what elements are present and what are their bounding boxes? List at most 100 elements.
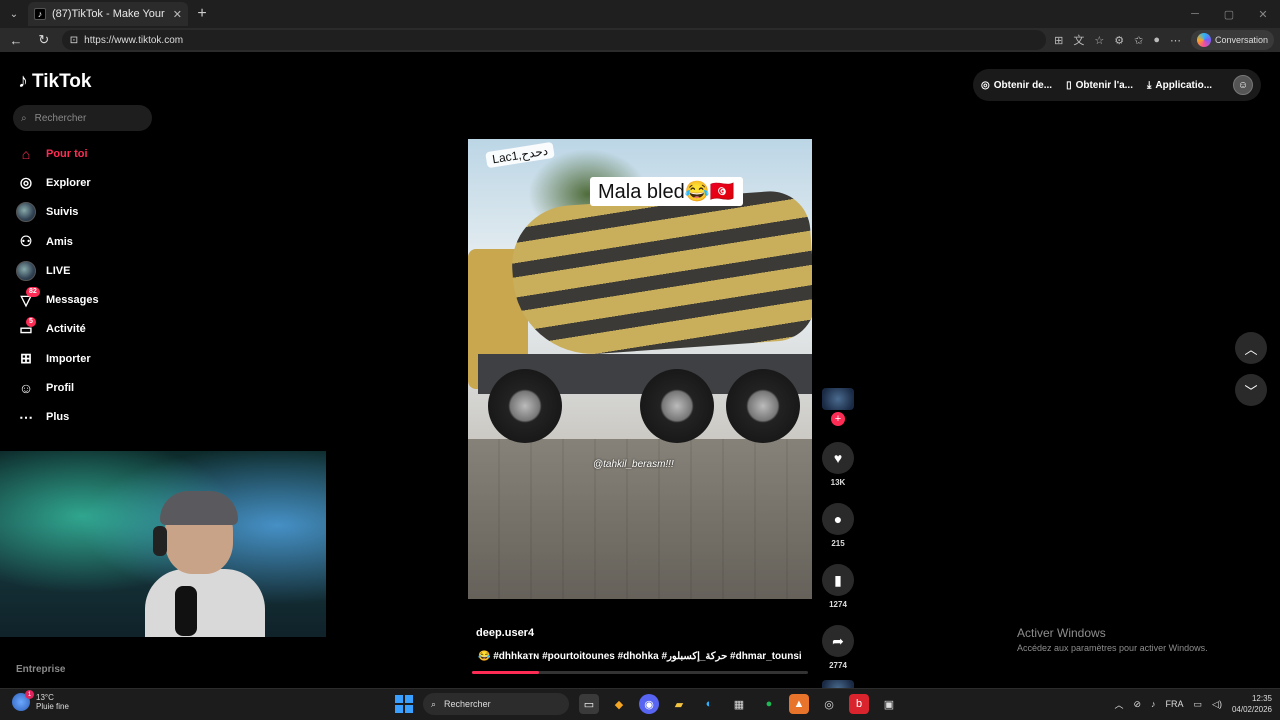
tiktok-logo[interactable]: ♪ TikTok: [18, 70, 91, 93]
close-window-icon[interactable]: ✕: [1246, 0, 1280, 28]
tab-close-icon[interactable]: ✕: [173, 8, 182, 21]
video-description: 😂 #dhhkaᴛɴ #pourtoitounes #dhohka #حركة_…: [478, 651, 802, 662]
bookmark-icon: ▮: [834, 571, 842, 588]
address-bar[interactable]: ⊡ https://www.tiktok.com: [61, 30, 1047, 50]
network-off-icon[interactable]: ⊘: [1133, 699, 1141, 710]
share-button[interactable]: ➦: [822, 625, 854, 657]
volume-icon[interactable]: ◁): [1212, 699, 1222, 710]
new-tab-button[interactable]: +: [188, 2, 216, 26]
clock-date: 04/02/2026: [1231, 705, 1272, 714]
taskbar-clock[interactable]: 12:35 04/02/2026: [1232, 693, 1272, 715]
windows-start-icon[interactable]: [395, 695, 413, 713]
action-bar: + ♥ 13K ● 215 ▮ 1274 ➦ 2774: [820, 388, 856, 698]
app-orange-icon[interactable]: ▲: [789, 694, 809, 714]
language-indicator[interactable]: FRA: [1166, 699, 1184, 709]
sidebar-item-label: LIVE: [46, 264, 71, 277]
taskbar-search[interactable]: ⌕ Rechercher: [423, 693, 569, 715]
store-icon[interactable]: ▦: [729, 694, 749, 714]
sidebar-item-messages[interactable]: ▽ 82 Messages: [16, 285, 99, 314]
mixer-drum: [508, 188, 812, 360]
tab-actions-icon[interactable]: ⌄: [0, 0, 28, 28]
comment-button[interactable]: ●: [822, 503, 854, 535]
favorites-icon[interactable]: ✩: [1134, 34, 1143, 47]
sidebar-item-live[interactable]: LIVE: [16, 256, 99, 285]
video-player[interactable]: Lac1,دحدح Mala bled😂🇹🇳 @tahkil_berasm!!!: [468, 139, 812, 599]
windows-taskbar: 1 13°C Pluie fine ⌕ Rechercher ▭ ◆ ◉ ▰ ◐…: [0, 688, 1280, 720]
like-count: 13K: [830, 478, 846, 487]
pc-app-button[interactable]: ⤓ Applicatio...: [1147, 80, 1212, 91]
search-placeholder: Rechercher: [34, 112, 87, 124]
video-tag-overlay: @tahkil_berasm!!!: [593, 459, 674, 470]
edge-icon[interactable]: ◐: [699, 694, 719, 714]
phone-icon: ▯: [1066, 79, 1072, 91]
sidebar-item-activite[interactable]: ▭ 5 Activité: [16, 315, 99, 344]
video-author[interactable]: deep.user4: [476, 627, 534, 639]
search-input[interactable]: ⌕ Rechercher: [13, 105, 152, 131]
site-info-icon[interactable]: ⊡: [70, 35, 78, 46]
get-coins-button[interactable]: ◎ Obtenir de...: [981, 80, 1052, 91]
sidebar-item-plus[interactable]: ⋯ Plus: [16, 403, 99, 432]
sidebar-item-label: Importer: [46, 352, 91, 365]
share-count: 2774: [829, 661, 847, 670]
live-icon: [16, 260, 36, 281]
heart-icon: ♥: [833, 450, 843, 466]
sidebar-item-profil[interactable]: ☺ Profil: [16, 373, 99, 402]
discord-icon[interactable]: ◉: [639, 694, 659, 714]
system-tray: ︿ ⊘ ♪ FRA ▭ ◁) 12:35 04/02/2026: [1114, 693, 1272, 715]
taskbar-apps: ⌕ Rechercher ▭ ◆ ◉ ▰ ◐ ▦ ● ▲ ◎ b ▣: [395, 693, 899, 715]
previous-video-button[interactable]: ︿: [1235, 332, 1267, 364]
translate-icon[interactable]: 文: [1073, 32, 1084, 48]
sidebar-item-pour-toi[interactable]: ⌂ Pour toi: [16, 139, 99, 168]
tiktok-favicon-icon: ♪: [34, 8, 46, 20]
back-icon[interactable]: ←: [6, 30, 26, 50]
like-button[interactable]: ♥: [822, 442, 854, 474]
file-explorer-icon[interactable]: ▰: [669, 694, 689, 714]
sidebar-item-importer[interactable]: ⊞ Importer: [16, 344, 99, 373]
save-count: 1274: [829, 600, 847, 609]
app-available-icon[interactable]: ⊞: [1054, 34, 1063, 47]
maximize-icon[interactable]: ▢: [1212, 0, 1246, 28]
chevron-up-icon: ︿: [1244, 341, 1258, 357]
display-icon[interactable]: ▭: [1194, 699, 1203, 710]
app-misc-icon[interactable]: ▣: [879, 694, 899, 714]
sidebar-item-amis[interactable]: ⚇ Amis: [16, 227, 99, 256]
get-app-button[interactable]: ▯ Obtenir l'a...: [1066, 80, 1133, 91]
tray-expand-icon[interactable]: ︿: [1114, 698, 1123, 711]
creator-avatar[interactable]: [822, 388, 854, 410]
tab-title: (87)TikTok - Make Your Day: [52, 8, 167, 20]
app-red-icon[interactable]: b: [849, 694, 869, 714]
taskbar-search-label: Rechercher: [444, 699, 491, 709]
weather-desc: Pluie fine: [36, 702, 69, 711]
microphone-icon[interactable]: ♪: [1151, 699, 1156, 709]
sidebar-item-label: Activité: [46, 323, 86, 336]
footer-entreprise[interactable]: Entreprise: [16, 664, 65, 675]
minimize-icon[interactable]: ─: [1178, 0, 1212, 28]
sidebar-item-label: Explorer: [46, 176, 91, 189]
more-menu-icon[interactable]: ⋯: [1170, 34, 1181, 47]
profile-avatar[interactable]: ●: [1153, 34, 1160, 46]
next-video-button[interactable]: ﹀: [1235, 374, 1267, 406]
sidebar-item-label: Messages: [46, 294, 99, 307]
user-avatar[interactable]: ☺: [1233, 75, 1253, 95]
copilot-conversation-button[interactable]: Conversation: [1190, 30, 1275, 50]
save-button[interactable]: ▮: [822, 564, 854, 596]
browser-tab[interactable]: ♪ (87)TikTok - Make Your Day ✕: [28, 2, 188, 26]
activity-badge: 5: [26, 316, 36, 327]
weather-widget[interactable]: 1 13°C Pluie fine: [12, 690, 69, 711]
window-controls: ─ ▢ ✕: [1178, 0, 1280, 28]
task-view-icon[interactable]: ▭: [579, 694, 599, 714]
sidebar-item-explorer[interactable]: ◎ Explorer: [16, 168, 99, 197]
copilot-app-icon[interactable]: ◆: [609, 694, 629, 714]
spotify-icon[interactable]: ●: [759, 694, 779, 714]
refresh-icon[interactable]: ↻: [34, 30, 54, 50]
friends-icon: ⚇: [19, 233, 33, 250]
extension-icon[interactable]: ⚙: [1114, 34, 1124, 47]
sidebar-item-suivis[interactable]: Suivis: [16, 198, 99, 227]
video-progress-bar[interactable]: [472, 671, 808, 674]
obs-icon[interactable]: ◎: [819, 694, 839, 714]
conversation-label: Conversation: [1214, 35, 1269, 45]
favorite-star-icon[interactable]: ☆: [1094, 34, 1104, 47]
follow-plus-icon[interactable]: +: [831, 412, 845, 426]
sidebar-item-label: Suivis: [46, 206, 79, 219]
comment-count: 215: [831, 539, 845, 548]
